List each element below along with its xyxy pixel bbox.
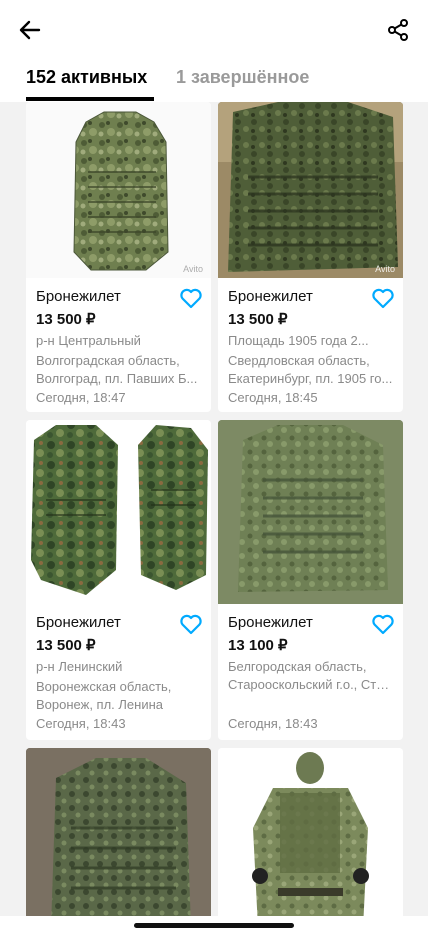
listing-date: Сегодня, 18:43: [228, 716, 318, 731]
listing-district: р-н Ленинский: [36, 659, 123, 674]
heart-icon[interactable]: [371, 613, 395, 635]
share-icon: [388, 19, 408, 41]
photo-watermark: Avito: [183, 264, 203, 274]
heart-icon[interactable]: [371, 287, 395, 309]
listing-card[interactable]: Бронежилет 13 500 ₽ р-н Ленинский Вороне…: [26, 420, 211, 740]
listing-photo: Avito: [218, 102, 403, 278]
listing-card[interactable]: [26, 748, 211, 916]
listing-card[interactable]: Avito Бронежилет 13 500 ₽ р-н Центральны…: [26, 102, 211, 412]
listing-address-line-1: Свердловская область,: [228, 353, 370, 368]
listing-photo: [218, 748, 403, 916]
listings-grid: Avito Бронежилет 13 500 ₽ р-н Центральны…: [0, 102, 428, 916]
listing-card[interactable]: [218, 748, 403, 916]
listing-card[interactable]: Avito Бронежилет 13 500 ₽ Площадь 1905 г…: [218, 102, 403, 412]
listing-address-line-1: Волгоградская область,: [36, 353, 180, 368]
tab-completed[interactable]: 1 завершённое: [176, 67, 309, 88]
top-bar: [0, 0, 428, 62]
back-button[interactable]: [14, 14, 46, 46]
listing-card[interactable]: Бронежилет 13 100 ₽ Белгородская область…: [218, 420, 403, 740]
heart-icon[interactable]: [179, 287, 203, 309]
listing-date: Сегодня, 18:47: [36, 390, 126, 405]
listing-address-line-2: Волгоград, пл. Павших Б...: [36, 371, 198, 386]
listing-tabs: 152 активных 1 завершённое: [0, 62, 428, 102]
listing-photo: [26, 748, 211, 916]
heart-icon[interactable]: [179, 613, 203, 635]
listing-photo: [26, 420, 211, 604]
listing-title: Бронежилет: [36, 614, 121, 631]
listing-date: Сегодня, 18:45: [228, 390, 318, 405]
home-indicator-area: [0, 916, 428, 934]
listing-price: 13 500 ₽: [36, 311, 96, 328]
listing-address-line-1: Воронежская область,: [36, 679, 172, 694]
listing-address-line-2: Старооскольский г.о., Ста...: [228, 677, 393, 692]
home-indicator[interactable]: [134, 923, 294, 928]
listing-photo: Avito: [26, 102, 211, 278]
tab-active[interactable]: 152 активных: [26, 67, 147, 88]
listing-photo: [218, 420, 403, 604]
listing-district: Площадь 1905 года 2...: [228, 333, 369, 348]
listing-title: Бронежилет: [36, 288, 121, 305]
active-tab-indicator: [26, 97, 154, 101]
listing-title: Бронежилет: [228, 614, 313, 631]
listing-date: Сегодня, 18:43: [36, 716, 126, 731]
share-button[interactable]: [382, 14, 414, 46]
listing-address-line-2: Воронеж, пл. Ленина: [36, 697, 164, 712]
listing-address-line-1: Белгородская область,: [228, 659, 367, 674]
arrow-left-icon: [19, 20, 41, 40]
photo-watermark: Avito: [375, 264, 395, 274]
listing-price: 13 500 ₽: [36, 637, 96, 654]
listing-price: 13 500 ₽: [228, 311, 288, 328]
listing-district: р-н Центральный: [36, 333, 141, 348]
listing-price: 13 100 ₽: [228, 637, 288, 654]
listing-address-line-2: Екатеринбург, пл. 1905 го...: [228, 371, 393, 386]
listing-title: Бронежилет: [228, 288, 313, 305]
